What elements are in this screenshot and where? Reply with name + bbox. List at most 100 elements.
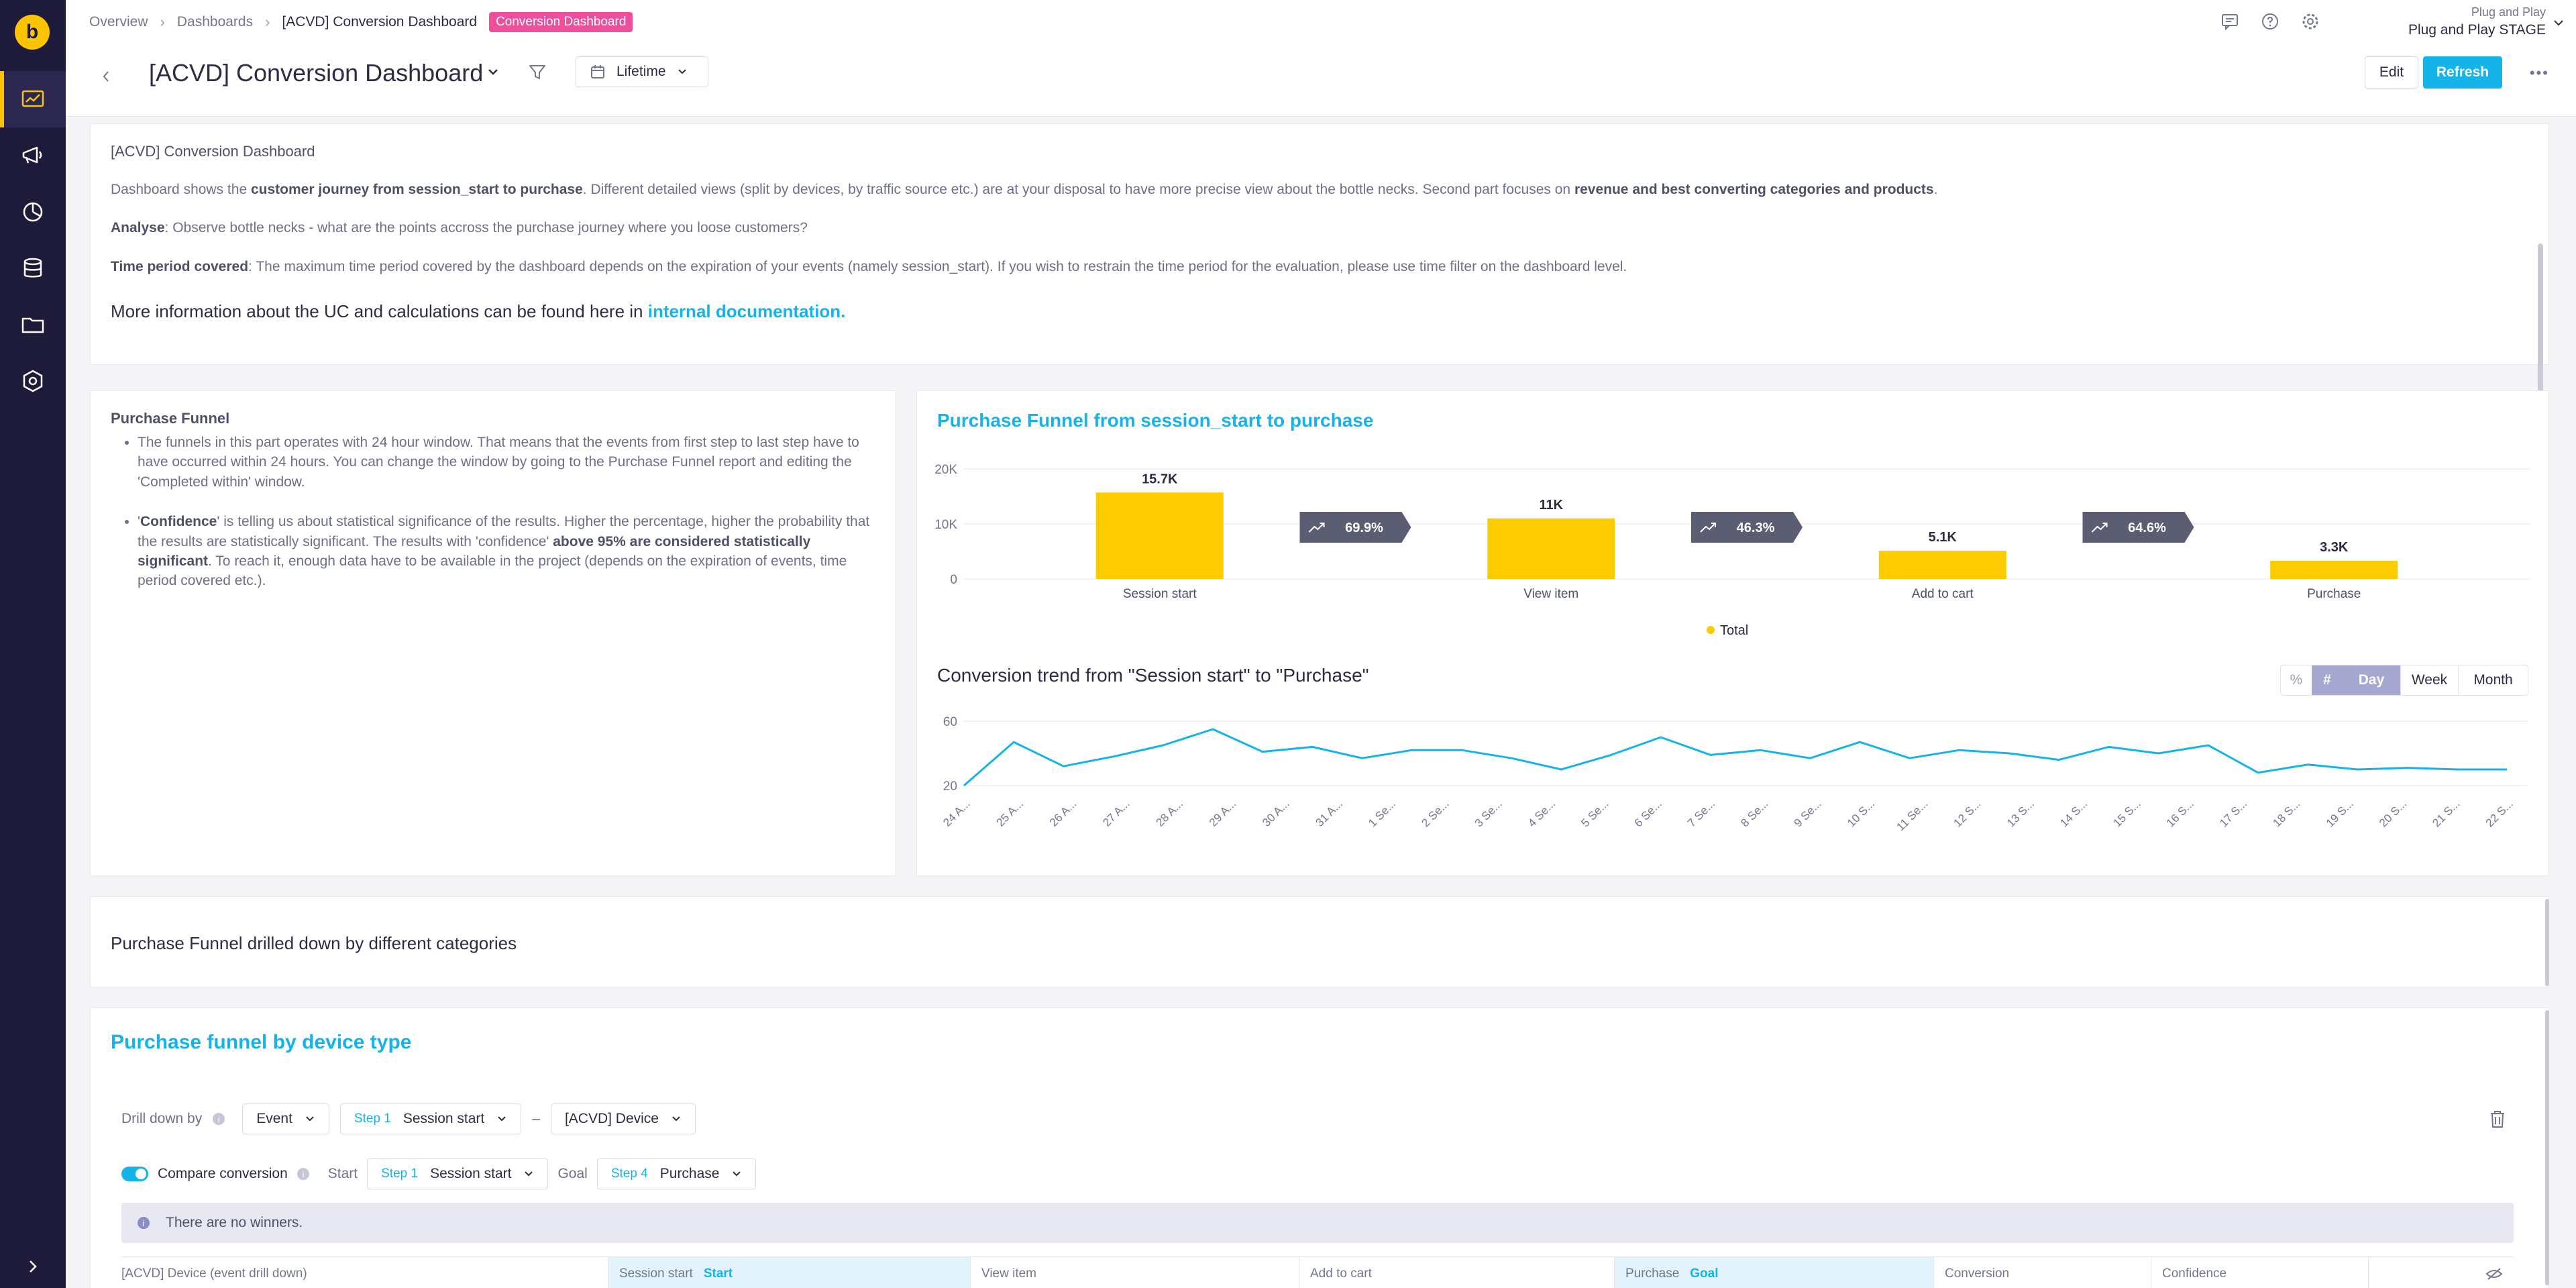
compare-conversion-label: Compare conversion xyxy=(158,1166,288,1181)
edit-button[interactable]: Edit xyxy=(2365,56,2418,89)
drill-step-value: Session start xyxy=(402,1111,485,1126)
app-logo[interactable]: b xyxy=(15,15,50,50)
start-label: Start xyxy=(327,1166,358,1181)
step-tag: Step 4 xyxy=(610,1167,648,1181)
expand-nav-icon[interactable] xyxy=(0,1238,66,1288)
legend-label: Total xyxy=(1720,623,1748,638)
drill-property-select[interactable]: [ACVD] Device xyxy=(550,1104,696,1134)
day-toggle[interactable]: Day xyxy=(2343,665,2400,695)
drill-section-card: Purchase Funnel drilled down by differen… xyxy=(90,896,2549,987)
x-tick-label: 6 Se... xyxy=(1632,797,1664,829)
number-toggle[interactable]: # xyxy=(2312,665,2343,695)
x-tick-label: 5 Se... xyxy=(1578,797,1611,829)
drill-down-label: Drill down by xyxy=(121,1111,203,1126)
internal-documentation-link[interactable]: internal documentation. xyxy=(648,301,846,321)
top-bar: Overview › Dashboards › [ACVD] Conversio… xyxy=(66,0,2576,43)
x-tick-label: View item xyxy=(1523,587,1578,601)
info-icon: i xyxy=(213,1113,225,1125)
x-tick-label: 26 A... xyxy=(1047,797,1079,829)
chevron-down-icon xyxy=(525,1171,533,1177)
bar-value-label: 15.7K xyxy=(1142,472,1178,486)
column-header-session-start[interactable]: Session start Start xyxy=(608,1257,971,1288)
x-tick-label: 31 A... xyxy=(1313,797,1345,829)
campaigns-nav-icon[interactable] xyxy=(0,127,66,184)
goal-step-value: Purchase xyxy=(659,1166,720,1181)
chevron-down-icon xyxy=(678,69,686,74)
hide-columns-icon[interactable] xyxy=(2369,1257,2514,1288)
step-tag: Step 1 xyxy=(381,1167,419,1181)
chevron-down-icon[interactable] xyxy=(487,67,499,76)
x-tick-label: 15 S... xyxy=(2110,797,2143,829)
x-tick-label: 30 A... xyxy=(1260,797,1292,829)
left-nav: b xyxy=(0,0,66,1288)
x-tick-label: Session start xyxy=(1123,587,1197,601)
help-icon[interactable] xyxy=(2259,11,2281,32)
project-name: Plug and Play STAGE xyxy=(2408,22,2546,38)
drill-type-select[interactable]: Event xyxy=(242,1104,329,1134)
project-switcher[interactable]: Plug and Play Plug and Play STAGE xyxy=(2408,5,2546,38)
column-header-purchase[interactable]: Purchase Goal xyxy=(1615,1257,1934,1288)
drill-down-controls: Drill down by i Event Step 1 Session sta… xyxy=(121,1104,696,1134)
back-chevron-icon[interactable] xyxy=(101,68,111,85)
assets-nav-icon[interactable] xyxy=(0,297,66,353)
scrollbar[interactable] xyxy=(2545,1010,2549,1285)
funnel-bar xyxy=(1487,518,1615,579)
refresh-button[interactable]: Refresh xyxy=(2423,56,2502,89)
experiments-nav-icon[interactable] xyxy=(0,353,66,409)
breadcrumb-overview[interactable]: Overview xyxy=(89,14,148,30)
funnel-bar xyxy=(1878,551,2006,579)
date-range-select[interactable]: Lifetime xyxy=(576,56,708,87)
x-tick-label: 22 S... xyxy=(2483,797,2516,829)
trash-icon[interactable] xyxy=(2488,1109,2507,1129)
drill-property-value: [ACVD] Device xyxy=(564,1111,659,1126)
comments-icon[interactable] xyxy=(2219,11,2241,32)
x-tick-label: 12 S... xyxy=(1951,797,1984,829)
x-tick-label: 7 Se... xyxy=(1685,797,1717,829)
data-nav-icon[interactable] xyxy=(0,240,66,297)
x-tick-label: 21 S... xyxy=(2430,797,2462,829)
funnel-window-note: The funnels in this part operates with 2… xyxy=(138,433,875,492)
analytics-nav-icon[interactable] xyxy=(0,184,66,240)
x-tick-label: 29 A... xyxy=(1207,797,1239,829)
column-header-device[interactable]: [ACVD] Device (event drill down) xyxy=(121,1257,608,1288)
start-step-select[interactable]: Step 1 Session start xyxy=(367,1159,549,1189)
compare-conversion-toggle[interactable] xyxy=(121,1167,148,1181)
scrollbar[interactable] xyxy=(2545,899,2549,986)
trend-chart-title: Conversion trend from "Session start" to… xyxy=(937,665,1369,686)
dashboards-nav-icon[interactable] xyxy=(0,71,66,127)
drill-type-value: Event xyxy=(256,1111,292,1126)
breadcrumb-dashboards[interactable]: Dashboards xyxy=(177,14,253,30)
intro-paragraph: Dashboard shows the customer journey fro… xyxy=(111,182,1938,197)
column-header-conversion[interactable]: Conversion xyxy=(1934,1257,2151,1288)
column-header-view-item[interactable]: View item xyxy=(971,1257,1299,1288)
drill-step-select[interactable]: Step 1 Session start xyxy=(339,1104,522,1134)
calendar-icon xyxy=(591,65,604,78)
column-header-confidence[interactable]: Confidence xyxy=(2151,1257,2369,1288)
settings-gear-icon[interactable] xyxy=(2300,11,2321,32)
percent-toggle[interactable]: % xyxy=(2281,665,2312,695)
x-tick-label: 13 S... xyxy=(2004,797,2037,829)
more-options-icon[interactable]: ••• xyxy=(2530,64,2549,82)
x-tick-label: 11 Se... xyxy=(1894,797,1930,833)
info-icon: i xyxy=(138,1217,150,1229)
month-toggle[interactable]: Month xyxy=(2458,665,2528,695)
dashboard-header: [ACVD] Conversion Dashboard Lifetime Edi… xyxy=(66,43,2576,117)
x-tick-label: 16 S... xyxy=(2164,797,2196,829)
goal-step-select[interactable]: Step 4 Purchase xyxy=(596,1159,757,1189)
x-tick-label: 24 A... xyxy=(941,797,973,829)
compare-conversion-controls: Compare conversion i Start Step 1 Sessio… xyxy=(121,1159,757,1189)
y-tick-label: 0 xyxy=(950,573,957,587)
week-toggle[interactable]: Week xyxy=(2400,665,2458,695)
y-tick-label: 20 xyxy=(943,780,957,794)
breadcrumb: Overview › Dashboards › [ACVD] Conversio… xyxy=(89,12,633,32)
filter-icon[interactable] xyxy=(527,62,547,82)
chevron-down-icon[interactable] xyxy=(2553,19,2564,27)
scrollbar[interactable] xyxy=(2538,244,2543,405)
chevron-right-icon: › xyxy=(160,13,165,30)
x-tick-label: 17 S... xyxy=(2217,797,2249,829)
info-icon: i xyxy=(297,1168,309,1180)
conversion-trend-line-chart: 60 20 24 A... 25 A... 26 A... 27 A... 28 A... 2… xyxy=(941,715,2527,833)
x-tick-label: 20 S... xyxy=(2377,797,2409,829)
chevron-down-icon xyxy=(498,1116,506,1122)
column-header-add-to-cart[interactable]: Add to cart xyxy=(1299,1257,1615,1288)
